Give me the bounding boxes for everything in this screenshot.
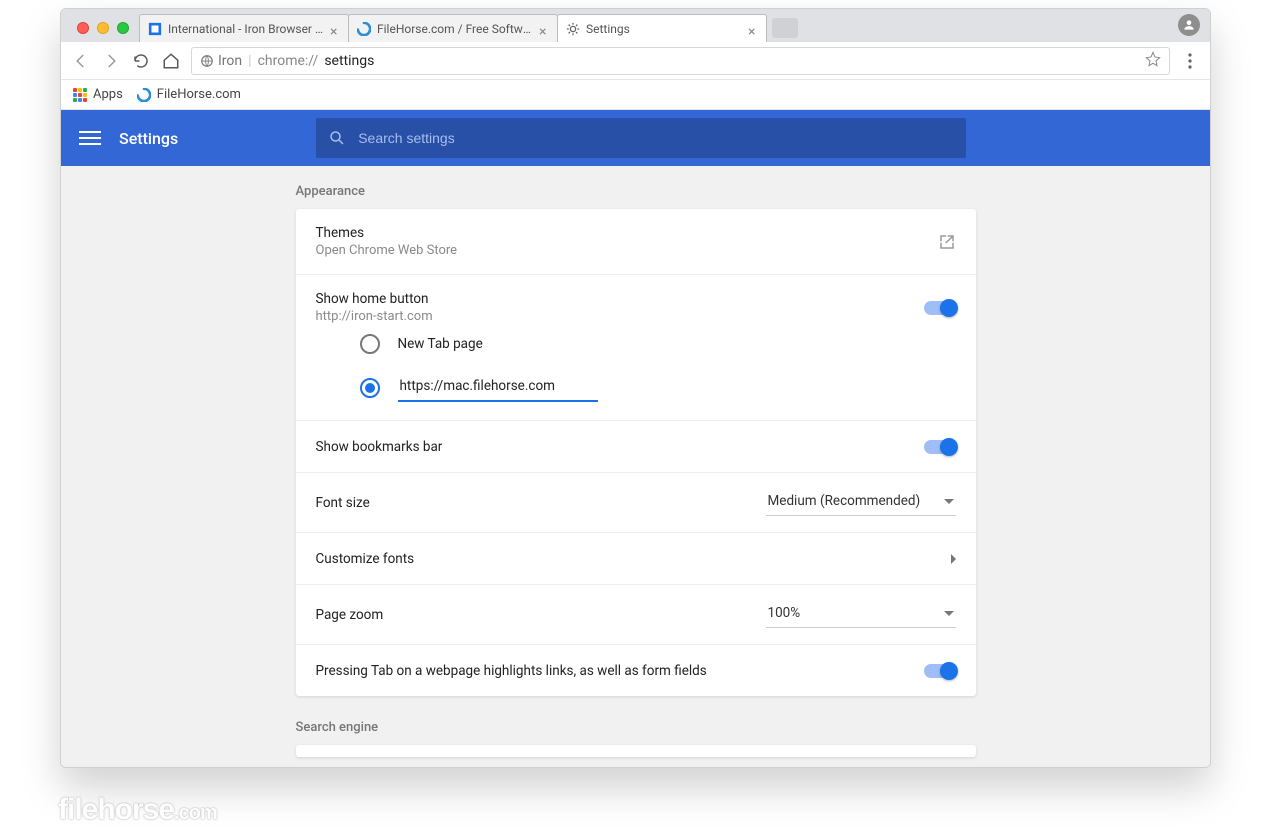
url-path: settings: [324, 53, 374, 69]
radio-icon: [360, 378, 380, 398]
search-icon: [328, 129, 346, 147]
tab-title: Settings: [586, 22, 742, 36]
appearance-card: Themes Open Chrome Web Store Show home b…: [296, 209, 976, 696]
arrow-left-icon: [72, 52, 90, 70]
home-button-toggle[interactable]: [924, 301, 956, 315]
home-button-subtitle: http://iron-start.com: [316, 309, 924, 324]
bookmarks-bar-toggle[interactable]: [924, 440, 956, 454]
section-label-search-engine: Search engine: [296, 720, 976, 735]
apps-shortcut[interactable]: Apps: [73, 87, 123, 102]
browser-window: International - Iron Browser - s × FileH…: [60, 8, 1211, 768]
radio-new-tab-label: New Tab page: [398, 336, 483, 352]
tab-highlights-row: Pressing Tab on a webpage highlights lin…: [296, 644, 976, 696]
themes-subtitle: Open Chrome Web Store: [316, 243, 938, 258]
customize-fonts-title: Customize fonts: [316, 551, 951, 567]
chevron-down-icon: [944, 499, 954, 504]
home-button-title: Show home button: [316, 291, 924, 307]
search-settings-box[interactable]: [316, 118, 966, 158]
close-tab-icon[interactable]: ×: [539, 24, 549, 34]
font-size-title: Font size: [316, 495, 766, 511]
bookmarks-bar-title: Show bookmarks bar: [316, 439, 924, 455]
open-external-icon: [938, 233, 956, 251]
filehorse-watermark: filehorse.com: [58, 793, 217, 827]
tab-settings[interactable]: Settings ×: [557, 14, 767, 42]
home-button[interactable]: [161, 51, 181, 71]
page-title: Settings: [119, 129, 178, 148]
search-settings-input[interactable]: [358, 130, 954, 146]
chevron-right-icon: [951, 554, 956, 564]
browser-toolbar: Iron | chrome://settings: [61, 42, 1210, 80]
maximize-window-button[interactable]: [117, 22, 129, 34]
menu-toggle-button[interactable]: [79, 127, 101, 149]
reload-icon: [132, 52, 150, 70]
person-icon: [1182, 18, 1196, 32]
tab-title: International - Iron Browser - s: [168, 22, 324, 36]
home-button-row: Show home button http://iron-start.com N…: [296, 274, 976, 420]
settings-header: Settings: [61, 110, 1210, 166]
arrow-right-icon: [102, 52, 120, 70]
minimize-window-button[interactable]: [97, 22, 109, 34]
gear-icon: [566, 22, 580, 36]
custom-url-input[interactable]: https://mac.filehorse.com: [398, 374, 598, 402]
close-tab-icon[interactable]: ×: [330, 24, 340, 34]
address-bar[interactable]: Iron | chrome://settings: [191, 47, 1170, 75]
tab-filehorse[interactable]: FileHorse.com / Free Software ×: [348, 14, 558, 42]
close-tab-icon[interactable]: ×: [748, 24, 758, 34]
radio-icon: [360, 334, 380, 354]
apps-grid-icon: [73, 88, 87, 102]
page-content: Settings Appearance Themes Open Chrome W…: [61, 110, 1210, 767]
star-icon: [1145, 51, 1161, 67]
tab-highlights-toggle[interactable]: [924, 664, 956, 678]
themes-title: Themes: [316, 225, 938, 241]
apps-label: Apps: [93, 87, 123, 102]
site-info-button[interactable]: Iron: [200, 53, 242, 69]
page-zoom-row[interactable]: Page zoom 100%: [296, 584, 976, 644]
tab-strip: International - Iron Browser - s × FileH…: [61, 9, 1210, 42]
kebab-icon: [1188, 53, 1192, 69]
bookmarks-bar-row: Show bookmarks bar: [296, 420, 976, 472]
reload-button[interactable]: [131, 51, 151, 71]
settings-body[interactable]: Appearance Themes Open Chrome Web Store: [61, 166, 1210, 767]
globe-icon: [200, 54, 214, 68]
page-zoom-title: Page zoom: [316, 607, 766, 623]
font-size-dropdown[interactable]: Medium (Recommended): [766, 489, 956, 516]
home-button-radio-group: New Tab page https://mac.filehorse.com: [316, 324, 956, 412]
bookmarks-bar: Apps FileHorse.com: [61, 80, 1210, 110]
section-label-appearance: Appearance: [296, 184, 976, 199]
bookmark-star-button[interactable]: [1145, 51, 1161, 71]
bookmark-label: FileHorse.com: [157, 87, 241, 102]
chevron-down-icon: [944, 611, 954, 616]
tab-highlights-title: Pressing Tab on a webpage highlights lin…: [316, 663, 924, 679]
radio-new-tab[interactable]: New Tab page: [360, 324, 956, 364]
home-icon: [162, 52, 180, 70]
watermark-tld: .com: [174, 802, 217, 824]
browser-menu-button[interactable]: [1180, 53, 1200, 69]
themes-row[interactable]: Themes Open Chrome Web Store: [296, 209, 976, 274]
site-label: Iron: [218, 53, 242, 69]
forward-button[interactable]: [101, 51, 121, 71]
page-zoom-dropdown[interactable]: 100%: [766, 601, 956, 628]
page-zoom-value: 100%: [768, 605, 801, 621]
iron-favicon-icon: [148, 22, 162, 36]
bookmark-filehorse[interactable]: FileHorse.com: [137, 87, 241, 102]
filehorse-favicon-icon: [137, 88, 151, 102]
search-engine-card: [296, 745, 976, 757]
tab-iron-browser[interactable]: International - Iron Browser - s ×: [139, 14, 349, 42]
customize-fonts-row[interactable]: Customize fonts: [296, 532, 976, 584]
radio-custom-url[interactable]: https://mac.filehorse.com: [360, 364, 956, 412]
window-controls: [71, 22, 139, 42]
profile-button[interactable]: [1178, 14, 1200, 36]
filehorse-favicon-icon: [357, 22, 371, 36]
font-size-row[interactable]: Font size Medium (Recommended): [296, 472, 976, 532]
close-window-button[interactable]: [77, 22, 89, 34]
back-button[interactable]: [71, 51, 91, 71]
watermark-brand: filehorse: [58, 793, 174, 826]
new-tab-button[interactable]: [772, 18, 798, 38]
font-size-value: Medium (Recommended): [768, 493, 921, 509]
tab-title: FileHorse.com / Free Software: [377, 22, 533, 36]
url-scheme: chrome://: [258, 53, 319, 69]
